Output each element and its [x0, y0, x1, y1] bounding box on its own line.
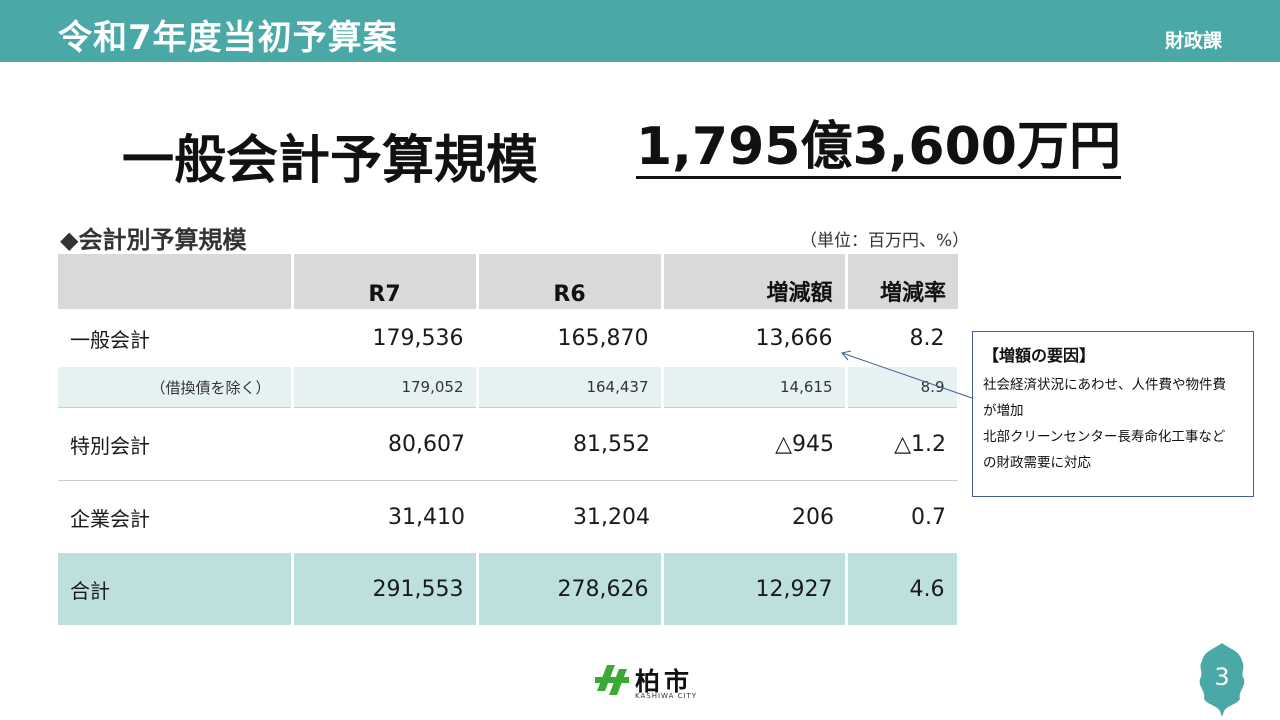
increase-factors-note: 【増額の要因】 社会経済状況にあわせ、人件費や物件費 が増加 北部クリーンセンタ… [972, 331, 1254, 497]
logo-subtitle: KASHIWA CITY [635, 692, 698, 700]
page-number-badge: 3 [1196, 641, 1248, 717]
note-line: 北部クリーンセンター長寿命化工事など [983, 429, 1226, 445]
city-emblem-icon [595, 665, 629, 695]
note-line: が増加 [983, 403, 1024, 419]
kashiwa-city-logo: 柏市 KASHIWA CITY [593, 661, 703, 703]
page-number: 3 [1214, 663, 1230, 691]
note-line: 社会経済状況にあわせ、人件費や物件費 [983, 377, 1226, 393]
note-title: 【増額の要因】 [983, 346, 1096, 365]
note-line: の財政需要に対応 [983, 455, 1091, 471]
